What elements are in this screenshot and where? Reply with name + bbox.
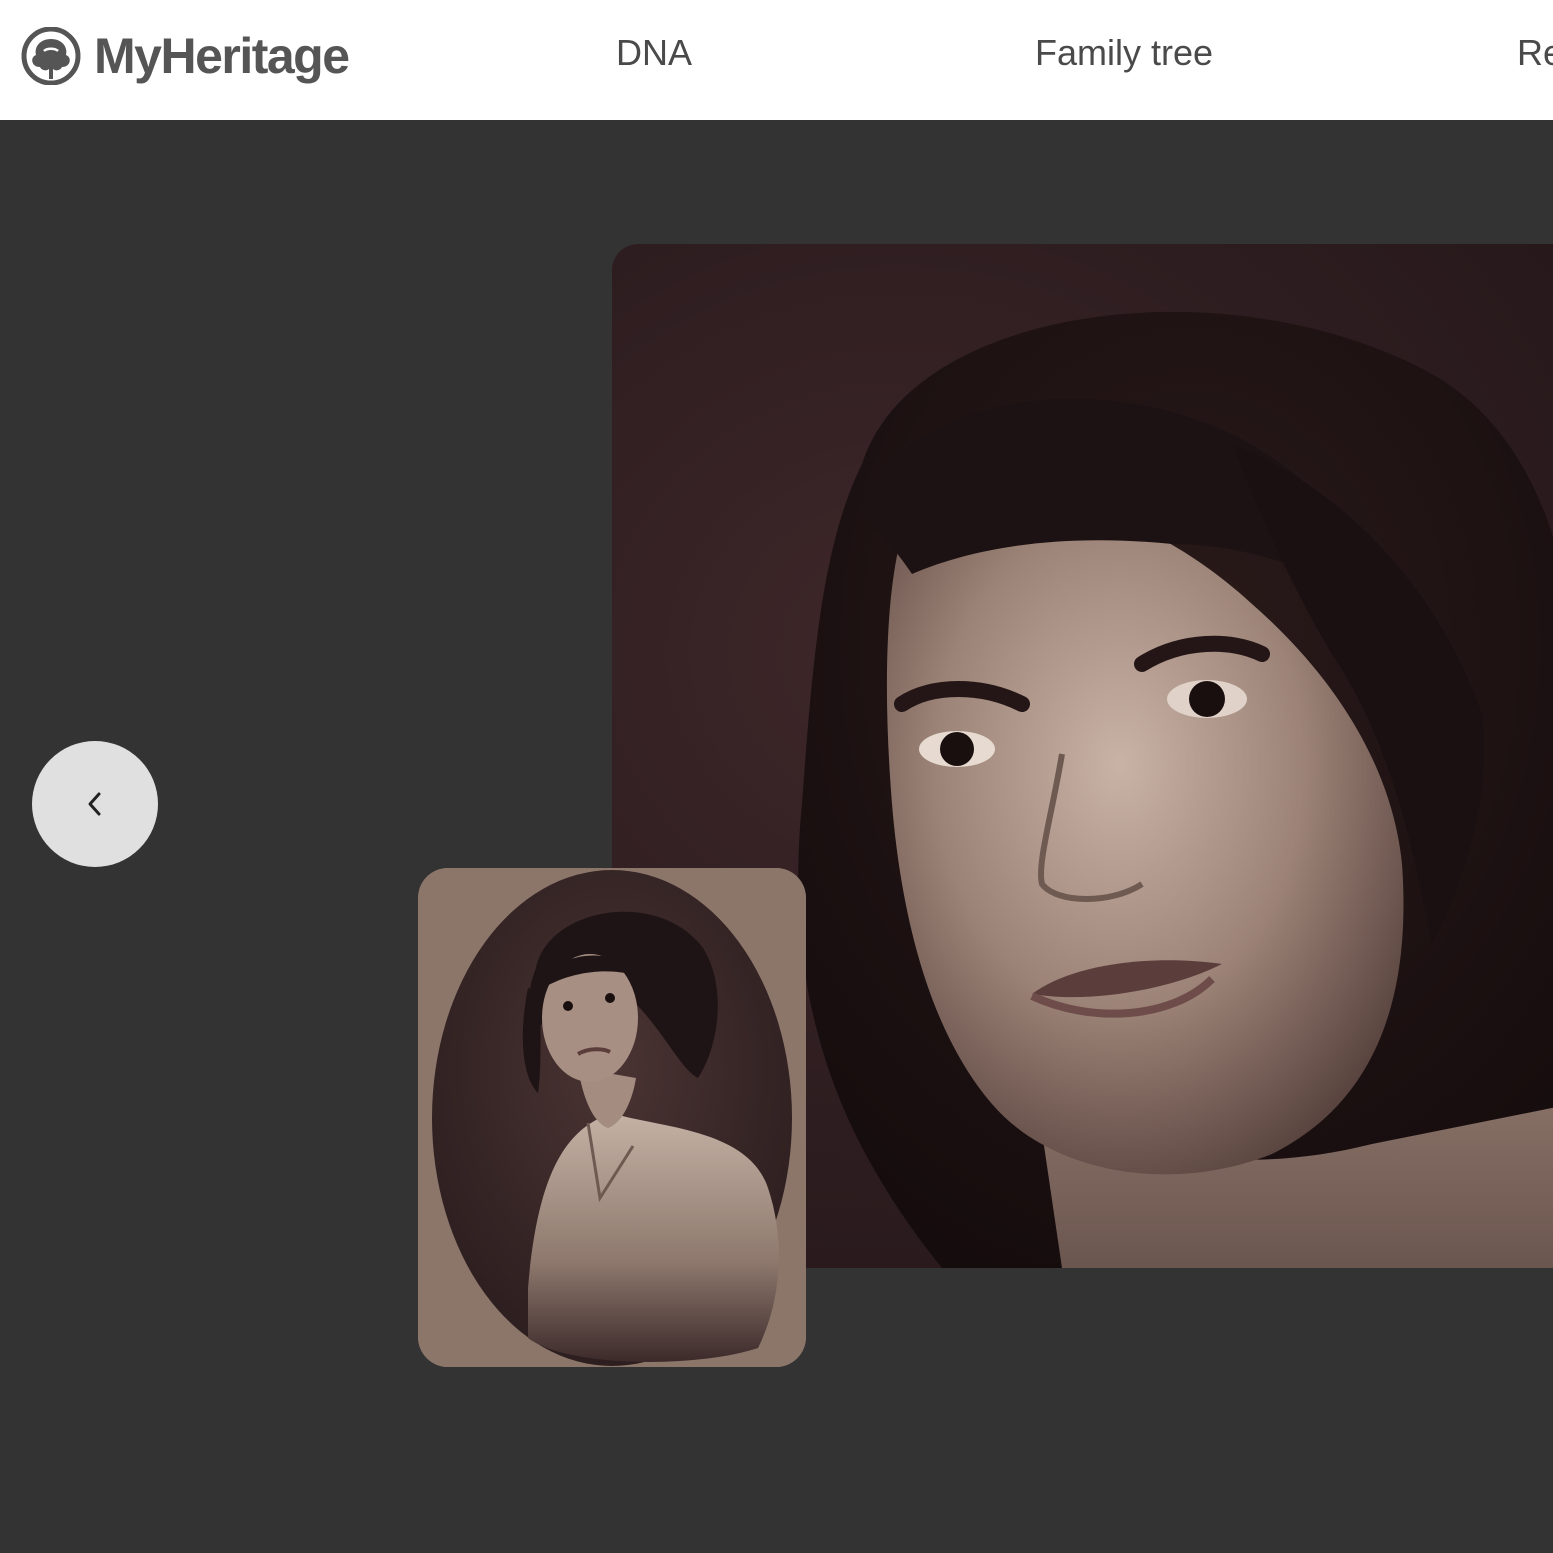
chevron-left-icon [88, 792, 101, 816]
photo-viewer-stage [0, 120, 1553, 1553]
logo-text: MyHeritage [94, 28, 350, 84]
top-header: MyHeritage DNA Family tree Re [0, 0, 1553, 120]
original-portrait-thumbnail[interactable] [418, 868, 806, 1367]
nav-item-research[interactable]: Re [1517, 32, 1553, 74]
nav-item-family-tree[interactable]: Family tree [1035, 32, 1213, 74]
nav-item-dna[interactable]: DNA [616, 32, 692, 74]
myheritage-tree-icon [21, 27, 81, 85]
myheritage-logo[interactable]: MyHeritage [14, 26, 350, 86]
previous-photo-button[interactable] [32, 741, 158, 867]
